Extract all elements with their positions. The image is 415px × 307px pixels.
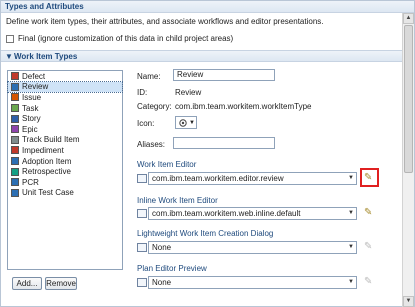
- icon-picker-button[interactable]: ▼: [175, 116, 197, 129]
- list-item-label: Impediment: [22, 145, 64, 155]
- inline-editor-value: com.ibm.team.workitem.web.inline.default: [152, 209, 301, 218]
- plan-editor-preview-label: Plan Editor Preview: [137, 264, 207, 273]
- list-item[interactable]: Task: [8, 103, 122, 114]
- lightweight-dialog-combo[interactable]: None ▼: [148, 241, 357, 254]
- list-item-label: Retrospective: [22, 167, 71, 177]
- work-item-type-icon: [11, 93, 19, 102]
- work-item-type-list[interactable]: Defect Review Issue Task Story Epic Track Buil…: [7, 70, 123, 270]
- final-checkbox-row[interactable]: Final (ignore customization of this data…: [6, 34, 233, 43]
- list-item[interactable]: Retrospective: [8, 166, 122, 177]
- list-item-label: Track Build Item: [22, 135, 80, 145]
- chevron-down-icon: ▼: [189, 119, 195, 126]
- work-item-type-icon: [11, 157, 19, 166]
- chevron-down-icon: ▼: [348, 210, 354, 216]
- list-item-label: Defect: [22, 71, 46, 81]
- inline-editor-combo[interactable]: com.ibm.team.workitem.web.inline.default…: [148, 207, 357, 220]
- aliases-label: Aliases:: [137, 140, 166, 149]
- icon-label: Icon:: [137, 119, 155, 128]
- presentation-icon: [137, 174, 147, 183]
- work-item-type-icon: [11, 104, 19, 113]
- add-button[interactable]: Add...: [12, 277, 42, 290]
- chevron-down-icon: ▼: [348, 279, 354, 285]
- review-icon: [179, 118, 187, 127]
- work-item-type-icon: [11, 146, 19, 155]
- list-item-label: Epic: [22, 124, 38, 134]
- list-item-label: Story: [22, 114, 41, 124]
- edit-pencil-icon[interactable]: ✎: [364, 172, 372, 183]
- list-item-label: Unit Test Case: [22, 188, 74, 198]
- scroll-up-icon[interactable]: ▲: [403, 13, 414, 24]
- list-item[interactable]: Review: [7, 80, 123, 94]
- vertical-scrollbar[interactable]: ▲ ▼: [402, 13, 414, 307]
- list-item[interactable]: Epic: [8, 124, 122, 135]
- list-item-label: Review: [22, 82, 49, 92]
- work-item-types-section-header[interactable]: ▼ Work Item Types: [1, 50, 402, 62]
- work-item-type-icon: [11, 114, 19, 123]
- list-item[interactable]: Unit Test Case: [8, 188, 122, 199]
- final-checkbox[interactable]: [6, 34, 14, 43]
- scroll-down-icon[interactable]: ▼: [403, 296, 414, 307]
- edit-pencil-icon[interactable]: ✎: [364, 276, 372, 287]
- work-item-type-icon: [11, 135, 19, 144]
- work-item-type-icon: [11, 72, 19, 81]
- remove-button[interactable]: Remove: [45, 277, 77, 290]
- work-item-type-icon: [11, 82, 19, 91]
- work-item-type-icon: [11, 178, 19, 187]
- list-item[interactable]: Track Build Item: [8, 135, 122, 146]
- name-label: Name:: [137, 72, 161, 81]
- list-item-label: Issue: [22, 92, 42, 102]
- id-label: ID:: [137, 88, 148, 97]
- work-item-type-icon: [11, 125, 19, 134]
- plan-editor-preview-value: None: [152, 278, 172, 287]
- list-item[interactable]: PCR: [8, 177, 122, 188]
- work-item-editor-value: com.ibm.team.workitem.editor.review: [152, 174, 284, 183]
- final-checkbox-label: Final (ignore customization of this data…: [18, 34, 234, 43]
- scrollbar-thumb[interactable]: [404, 25, 413, 173]
- section-title: Work Item Types: [14, 52, 78, 61]
- presentation-icon: [137, 209, 147, 218]
- list-item-label: Adoption Item: [22, 156, 72, 166]
- edit-pencil-icon[interactable]: ✎: [364, 241, 372, 252]
- lightweight-dialog-label: Lightweight Work Item Creation Dialog: [137, 229, 274, 238]
- list-item[interactable]: Impediment: [8, 145, 122, 156]
- presentation-icon: [137, 243, 147, 252]
- list-item-label: Task: [22, 103, 39, 113]
- chevron-down-icon: ▼: [348, 175, 354, 181]
- name-input[interactable]: Review: [173, 69, 275, 81]
- collapse-arrow-icon[interactable]: ▼: [5, 52, 13, 61]
- work-item-type-icon: [11, 167, 19, 176]
- list-item[interactable]: Defect: [8, 71, 122, 82]
- presentation-icon: [137, 278, 147, 287]
- category-value: com.ibm.team.workitem.workItemType: [175, 102, 312, 111]
- edit-pencil-icon[interactable]: ✎: [364, 207, 372, 218]
- page-description: Define work item types, their attributes…: [6, 17, 324, 26]
- list-item[interactable]: Issue: [8, 92, 122, 103]
- inline-editor-label: Inline Work Item Editor: [137, 196, 218, 205]
- list-item[interactable]: Story: [8, 113, 122, 124]
- work-item-type-icon: [11, 188, 19, 197]
- id-value: Review: [175, 88, 202, 97]
- category-label: Category:: [137, 102, 172, 111]
- work-item-editor-combo[interactable]: com.ibm.team.workitem.editor.review ▼: [148, 172, 357, 185]
- aliases-input[interactable]: [173, 137, 275, 149]
- page-title: Types and Attributes: [5, 2, 84, 11]
- types-and-attributes-header: Types and Attributes: [1, 1, 414, 13]
- list-item[interactable]: Adoption Item: [8, 156, 122, 167]
- work-item-editor-label: Work Item Editor: [137, 160, 197, 169]
- list-item-label: PCR: [22, 177, 39, 187]
- chevron-down-icon: ▼: [348, 244, 354, 250]
- plan-editor-preview-combo[interactable]: None ▼: [148, 276, 357, 289]
- lightweight-dialog-value: None: [152, 243, 172, 252]
